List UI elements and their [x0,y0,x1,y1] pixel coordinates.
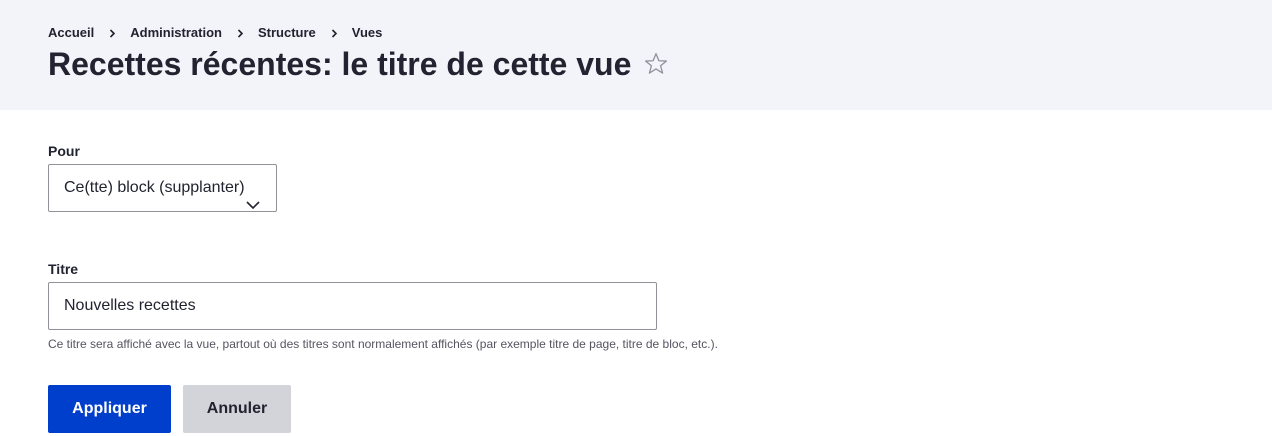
breadcrumb: Accueil Administration Structure Vues [48,25,382,41]
title-row: Recettes récentes: le titre de cette vue [48,44,669,84]
chevron-down-icon [246,183,260,210]
title-input[interactable] [48,282,657,330]
chevron-right-icon [330,25,338,41]
for-select-value: Ce(tte) block (supplanter) [64,179,245,196]
page-header: Accueil Administration Structure Vues Re… [0,0,1272,110]
cancel-button[interactable]: Annuler [183,385,291,433]
breadcrumb-item-accueil[interactable]: Accueil [48,25,94,41]
breadcrumb-item-structure[interactable]: Structure [258,25,316,41]
for-label: Pour [48,143,80,159]
breadcrumb-item-administration[interactable]: Administration [130,25,222,41]
page-title: Recettes récentes: le titre de cette vue [48,46,632,82]
for-select[interactable]: Ce(tte) block (supplanter) [48,164,277,212]
title-description: Ce titre sera affiché avec la vue, parto… [48,337,718,351]
chevron-right-icon [108,25,116,41]
chevron-right-icon [236,25,244,41]
title-label: Titre [48,261,79,277]
star-outline-icon[interactable] [643,51,669,77]
breadcrumb-item-vues[interactable]: Vues [352,25,383,41]
apply-button[interactable]: Appliquer [48,385,171,433]
